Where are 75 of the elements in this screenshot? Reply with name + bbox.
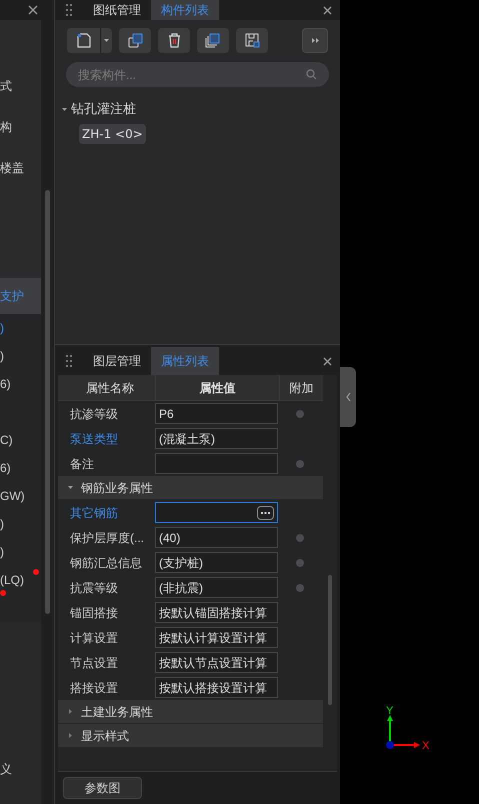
attach-radio[interactable]	[296, 584, 304, 592]
attach-radio[interactable]	[296, 460, 304, 468]
list-item[interactable]: GW)	[0, 487, 25, 505]
expand-caret-icon[interactable]	[62, 106, 67, 112]
new-page-icon	[76, 33, 90, 48]
value-field[interactable]: 按默认计算设置计算	[155, 627, 278, 648]
caret-icon	[104, 39, 109, 42]
value-field[interactable]: P6	[155, 403, 278, 424]
list-item[interactable]: )	[0, 515, 4, 533]
property-name: 抗渗等级	[69, 406, 119, 422]
property-name: 搭接设置	[69, 680, 119, 696]
floppy-icon	[244, 33, 260, 48]
save-button[interactable]	[236, 28, 268, 53]
property-name: 锚固搭接	[69, 604, 119, 622]
copy-button[interactable]	[119, 28, 151, 53]
value-field[interactable]: 按默认锚固搭接计算	[155, 602, 278, 623]
panel-tab[interactable]: 图纸管理	[83, 0, 151, 20]
value-field[interactable]: (支护桩)	[155, 552, 278, 573]
attach-radio[interactable]	[296, 558, 304, 566]
search-field[interactable]: 搜索构件...	[66, 62, 329, 87]
value-field[interactable]: 按默认节点设置计算	[155, 652, 278, 673]
property-name: 备注	[69, 456, 95, 472]
tree-item[interactable]: 式	[0, 76, 12, 94]
value-field[interactable]	[155, 453, 278, 474]
property-name: 钢筋汇总信息	[69, 554, 143, 572]
tree-node[interactable]: 钻孔灌注桩	[71, 99, 136, 119]
list-item[interactable]: 6)	[0, 375, 11, 393]
close-icon[interactable]	[28, 5, 38, 15]
double-arrow-icon	[312, 38, 318, 43]
value-field[interactable]: (非抗震)	[155, 577, 278, 598]
attach-radio[interactable]	[296, 534, 304, 542]
property-name: 节点设置	[69, 654, 119, 672]
column-header: 附加	[288, 380, 314, 396]
duplicate-button[interactable]	[197, 28, 229, 53]
axis-drawing: Y X	[384, 705, 434, 751]
more-button[interactable]	[302, 28, 328, 53]
chevron-left-icon	[346, 393, 350, 401]
list-item[interactable]: )	[0, 347, 4, 365]
delete-button[interactable]	[158, 28, 190, 53]
property-name: 其它钢筋	[69, 504, 119, 522]
attach-radio[interactable]	[296, 410, 304, 418]
tree-node[interactable]: ZH-1 <0>	[79, 124, 146, 144]
value-field[interactable]	[155, 502, 278, 523]
copy-icon	[128, 33, 142, 48]
tree-item[interactable]: 楼盖	[0, 158, 24, 176]
group-header[interactable]: 土建业务属性	[58, 700, 323, 724]
property-name: 泵送类型	[69, 430, 119, 448]
ellipsis-button[interactable]	[257, 506, 274, 520]
trash-icon	[168, 33, 180, 48]
stacked-squares-icon	[205, 33, 221, 48]
list-item[interactable]: 6)	[0, 459, 11, 477]
group-header[interactable]: 钢筋业务属性	[58, 476, 323, 500]
parameter-diagram-button[interactable]: 参数图	[63, 777, 142, 799]
panel-tab[interactable]: 图层管理	[83, 347, 151, 375]
value-field[interactable]: (40)	[155, 527, 278, 548]
tree-item[interactable]: 义	[0, 760, 12, 778]
tree-item[interactable]: 构	[0, 118, 12, 136]
list-item[interactable]: )	[0, 543, 4, 561]
close-icon[interactable]	[323, 356, 332, 366]
dropdown-button[interactable]	[100, 28, 112, 53]
list-item[interactable]: C)	[0, 431, 13, 449]
value-field[interactable]: (混凝土泵)	[155, 428, 278, 449]
group-header[interactable]: 显示样式	[58, 724, 323, 748]
column-header: 属性值	[155, 375, 280, 400]
property-name: 保护层厚度(...	[69, 530, 145, 546]
list-item[interactable]: (LQ)	[0, 571, 24, 589]
search-icon	[306, 69, 317, 80]
column-header: 属性名称	[85, 380, 135, 396]
drag-handle-icon[interactable]	[66, 355, 72, 367]
property-name: 计算设置	[69, 630, 119, 646]
drag-handle-icon[interactable]	[66, 4, 72, 16]
list-item[interactable]: )	[0, 319, 4, 337]
close-icon[interactable]	[323, 6, 332, 14]
property-name: 抗震等级	[69, 580, 119, 596]
value-field[interactable]: 按默认搭接设置计算	[155, 677, 278, 698]
